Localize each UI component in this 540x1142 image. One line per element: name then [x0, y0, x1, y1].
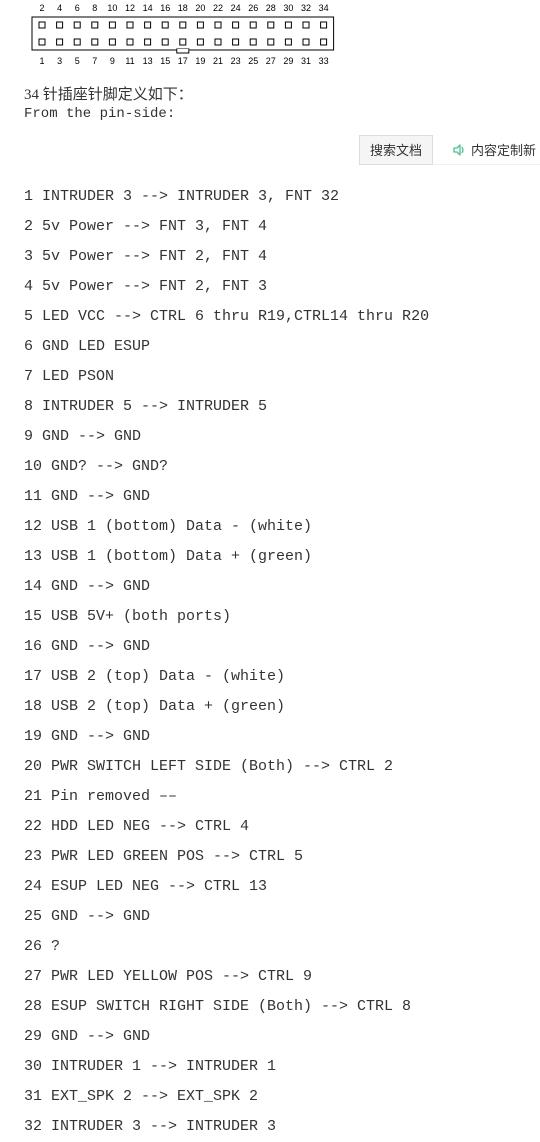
- svg-text:14: 14: [143, 3, 153, 13]
- svg-text:25: 25: [248, 56, 258, 66]
- svg-text:10: 10: [107, 3, 117, 13]
- svg-text:34: 34: [319, 3, 329, 13]
- svg-text:20: 20: [195, 3, 205, 13]
- svg-text:22: 22: [213, 3, 223, 13]
- pin-row: 5 LED VCC --> CTRL 6 thru R19,CTRL14 thr…: [24, 302, 516, 332]
- pin-row: 32 INTRUDER 3 --> INTRUDER 3: [24, 1112, 516, 1142]
- pin-row: 23 PWR LED GREEN POS --> CTRL 5: [24, 842, 516, 872]
- svg-text:27: 27: [266, 56, 276, 66]
- pin-row: 16 GND --> GND: [24, 632, 516, 662]
- svg-text:26: 26: [248, 3, 258, 13]
- pin-row: 31 EXT_SPK 2 --> EXT_SPK 2: [24, 1082, 516, 1112]
- pin-row: 8 INTRUDER 5 --> INTRUDER 5: [24, 392, 516, 422]
- svg-text:4: 4: [57, 3, 62, 13]
- svg-text:15: 15: [160, 56, 170, 66]
- svg-text:19: 19: [195, 56, 205, 66]
- pin-row: 10 GND? --> GND?: [24, 452, 516, 482]
- pin-row: 30 INTRUDER 1 --> INTRUDER 1: [24, 1052, 516, 1082]
- pin-row: 13 USB 1 (bottom) Data + (green): [24, 542, 516, 572]
- pin-row: 1 INTRUDER 3 --> INTRUDER 3, FNT 32: [24, 182, 516, 212]
- search-toolbar: 搜索文档 内容定制新: [0, 135, 540, 165]
- svg-text:13: 13: [143, 56, 153, 66]
- pin-header-diagram: 2468101214161820222426283032341357911131…: [24, 0, 516, 75]
- intro-text: 34 针插座针脚定义如下：: [24, 83, 516, 104]
- svg-text:9: 9: [110, 56, 115, 66]
- svg-text:29: 29: [283, 56, 293, 66]
- pin-row: 19 GND --> GND: [24, 722, 516, 752]
- svg-text:3: 3: [57, 56, 62, 66]
- svg-text:8: 8: [92, 3, 97, 13]
- pin-row: 14 GND --> GND: [24, 572, 516, 602]
- pin-row: 11 GND --> GND: [24, 482, 516, 512]
- pin-row: 12 USB 1 (bottom) Data - (white): [24, 512, 516, 542]
- svg-text:5: 5: [75, 56, 80, 66]
- pin-row: 6 GND LED ESUP: [24, 332, 516, 362]
- svg-text:28: 28: [266, 3, 276, 13]
- svg-text:33: 33: [319, 56, 329, 66]
- svg-text:30: 30: [283, 3, 293, 13]
- pin-row: 4 5v Power --> FNT 2, FNT 3: [24, 272, 516, 302]
- pin-row: 28 ESUP SWITCH RIGHT SIDE (Both) --> CTR…: [24, 992, 516, 1022]
- pin-row: 17 USB 2 (top) Data - (white): [24, 662, 516, 692]
- pin-row: 2 5v Power --> FNT 3, FNT 4: [24, 212, 516, 242]
- svg-text:32: 32: [301, 3, 311, 13]
- svg-text:6: 6: [75, 3, 80, 13]
- svg-text:21: 21: [213, 56, 223, 66]
- svg-text:31: 31: [301, 56, 311, 66]
- svg-text:7: 7: [92, 56, 97, 66]
- pin-row: 27 PWR LED YELLOW POS --> CTRL 9: [24, 962, 516, 992]
- svg-text:24: 24: [231, 3, 241, 13]
- customize-label: 内容定制新: [471, 140, 536, 159]
- pin-row: 7 LED PSON: [24, 362, 516, 392]
- customize-link[interactable]: 内容定制新: [453, 140, 536, 159]
- svg-text:17: 17: [178, 56, 188, 66]
- pin-row: 24 ESUP LED NEG --> CTRL 13: [24, 872, 516, 902]
- search-input[interactable]: [0, 135, 359, 165]
- pin-row: 15 USB 5V+ (both ports): [24, 602, 516, 632]
- speaker-icon: [453, 143, 467, 157]
- svg-text:16: 16: [160, 3, 170, 13]
- intro-sub: From the pin-side:: [24, 106, 516, 122]
- search-button[interactable]: 搜索文档: [359, 135, 433, 165]
- pin-row: 9 GND --> GND: [24, 422, 516, 452]
- pin-row: 22 HDD LED NEG --> CTRL 4: [24, 812, 516, 842]
- svg-text:2: 2: [39, 3, 44, 13]
- pin-row: 29 GND --> GND: [24, 1022, 516, 1052]
- pin-row: 21 Pin removed ––: [24, 782, 516, 812]
- pin-row: 18 USB 2 (top) Data + (green): [24, 692, 516, 722]
- svg-text:12: 12: [125, 3, 135, 13]
- pin-row: 25 GND --> GND: [24, 902, 516, 932]
- pin-row: 26 ?: [24, 932, 516, 962]
- svg-text:18: 18: [178, 3, 188, 13]
- pin-definition-list: 1 INTRUDER 3 --> INTRUDER 3, FNT 322 5v …: [24, 182, 516, 1142]
- svg-text:1: 1: [39, 56, 44, 66]
- pin-row: 20 PWR SWITCH LEFT SIDE (Both) --> CTRL …: [24, 752, 516, 782]
- pin-row: 3 5v Power --> FNT 2, FNT 4: [24, 242, 516, 272]
- svg-text:23: 23: [231, 56, 241, 66]
- svg-text:11: 11: [125, 56, 134, 66]
